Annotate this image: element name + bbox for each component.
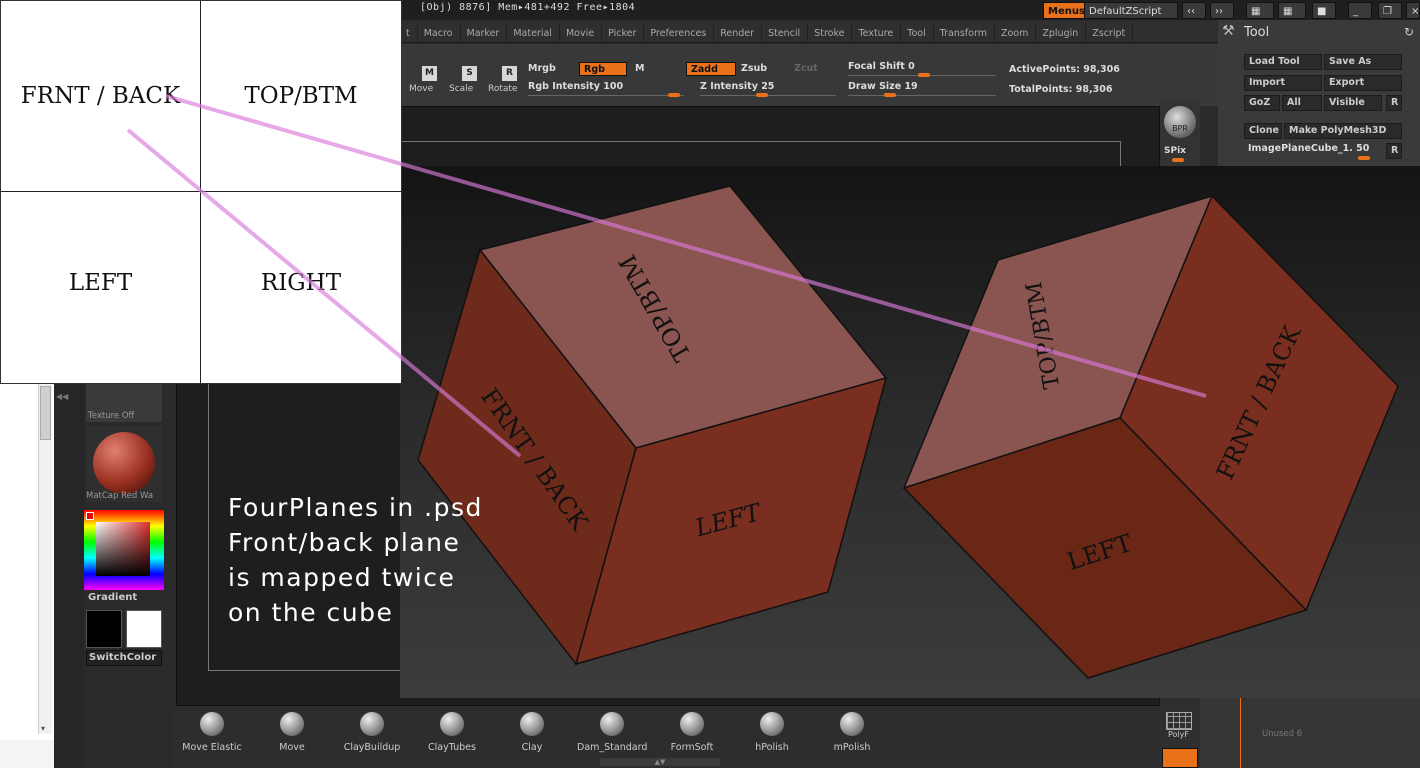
caption-line: FourPlanes in .psd xyxy=(228,493,483,522)
caption-line: Front/back plane xyxy=(228,528,461,557)
mapping-line-left-cube xyxy=(126,128,522,458)
caption: FourPlanes in .psd Front/back plane is m… xyxy=(228,490,483,630)
mapping-lines xyxy=(126,94,1207,458)
mapping-line-right-cube xyxy=(165,94,1207,398)
caption-line: on the cube xyxy=(228,598,394,627)
caption-line: is mapped twice xyxy=(228,563,456,592)
